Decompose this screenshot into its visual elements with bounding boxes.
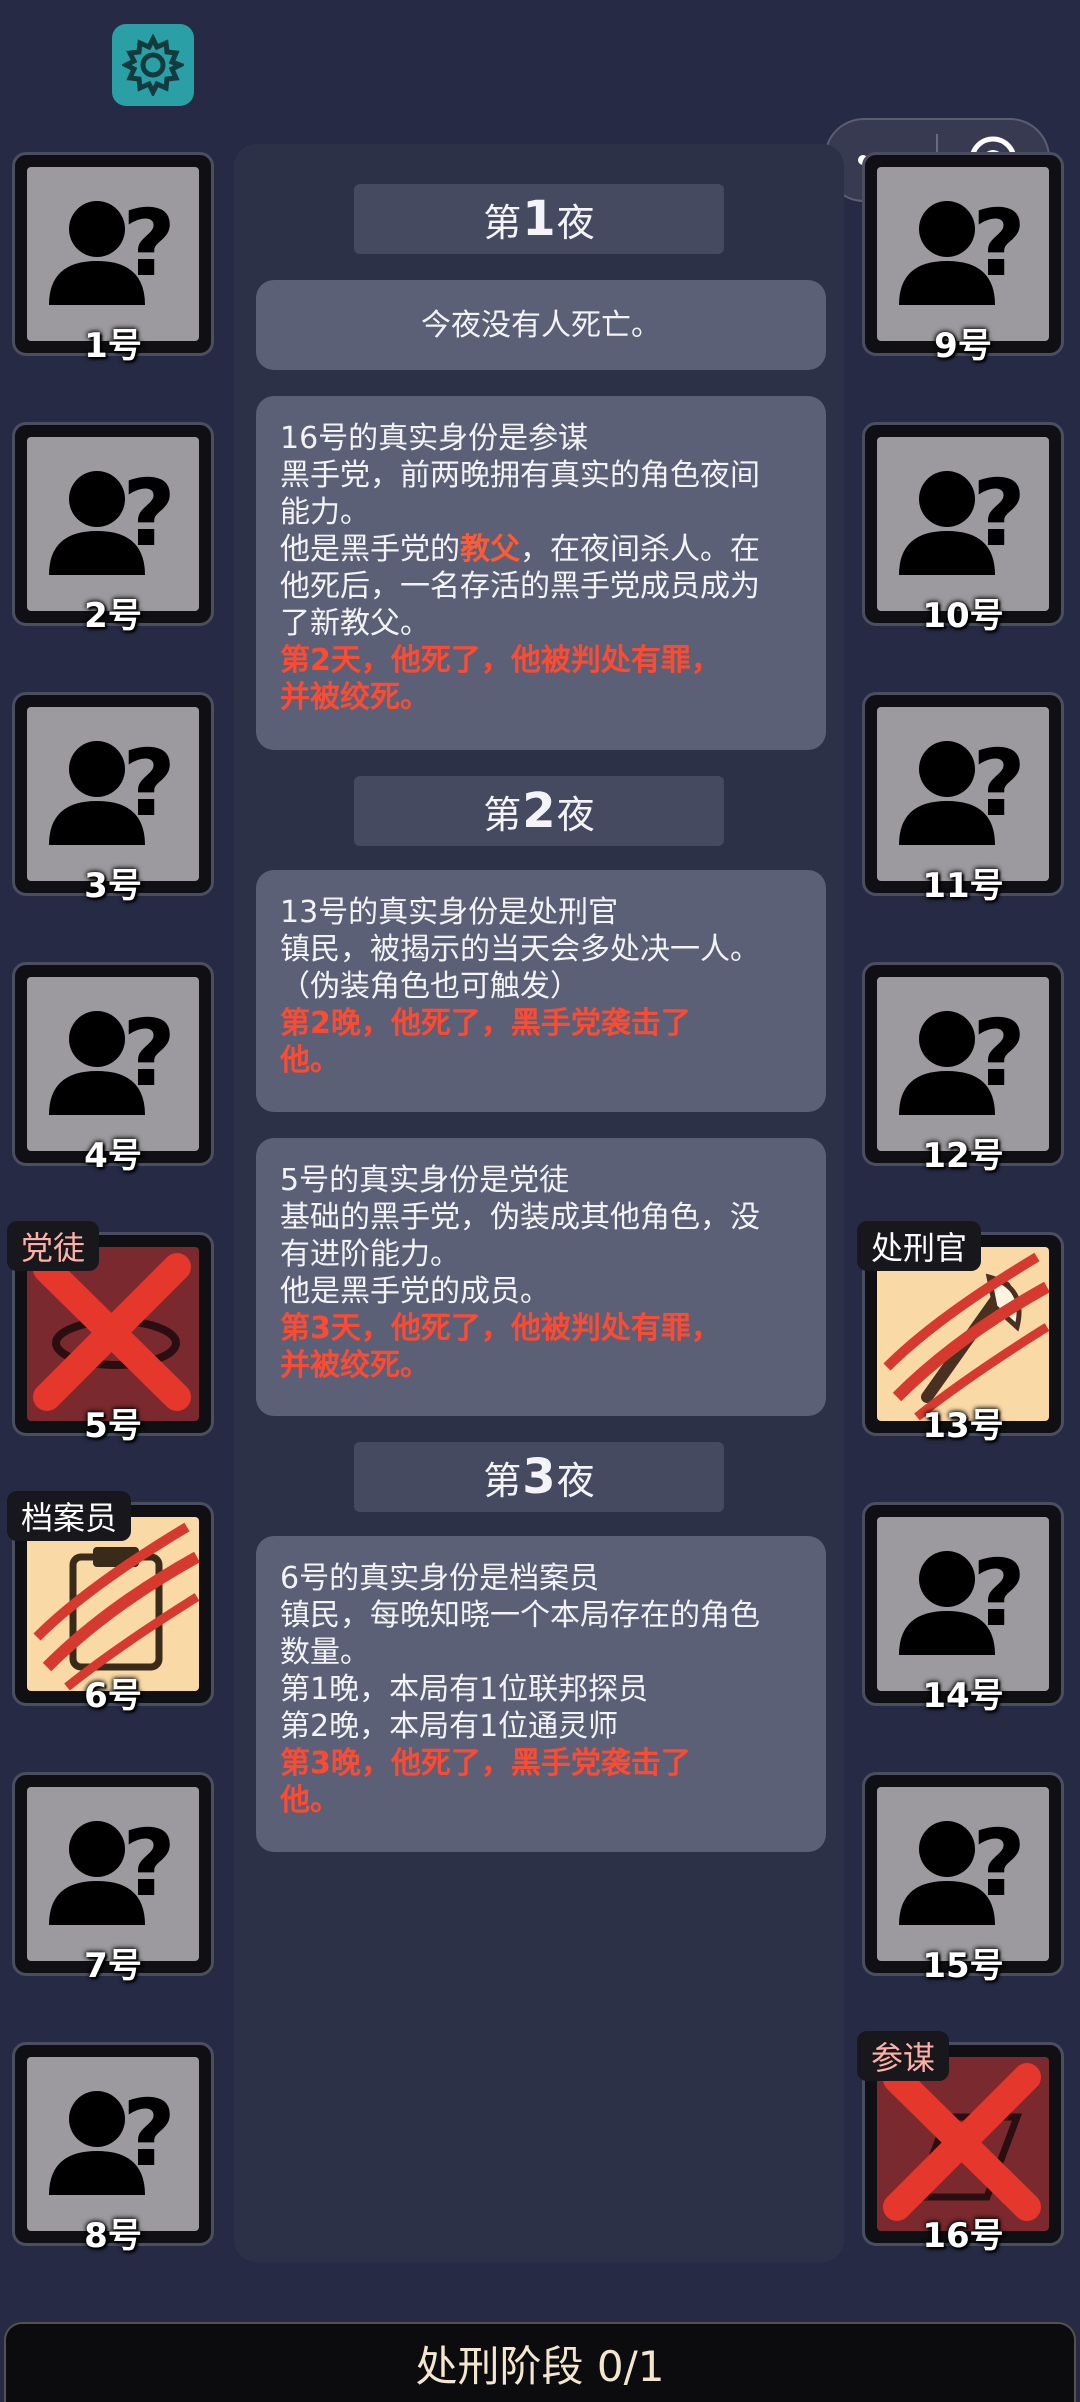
phase-text: 处刑阶段 0/1 [415,2341,665,2391]
player-number: 15号 [922,1946,1004,1986]
player-number: 7号 [84,1946,142,1986]
unknown-player-icon [899,1540,1026,1655]
player-tile-11[interactable]: 11号 [862,692,1064,906]
player-number: 10号 [922,596,1004,636]
unknown-player-icon [49,2080,176,2195]
player-tile-9[interactable]: 9号 [862,152,1064,366]
player-number: 5号 [84,1406,142,1446]
player-number: 4号 [84,1136,142,1176]
gear-icon [122,34,184,96]
player-number: 11号 [922,866,1004,906]
player-tile-2[interactable]: 2号 [12,422,214,636]
player-tile-3[interactable]: 3号 [12,692,214,906]
unknown-player-icon [899,1810,1026,1925]
player-number: 16号 [922,2216,1004,2256]
claw-scratch-icon [27,1517,199,1691]
night-2-header: 第2夜 [354,776,724,846]
reveal-card-16: 16号的真实身份是参谋 黑手党，前两晚拥有真实的角色夜间 能力。 他是黑手党的教… [256,396,826,750]
player-tile-16[interactable]: 参谋 16号 [857,2031,1064,2256]
player-tile-13[interactable]: 处刑官 13号 [857,1221,1064,1446]
player-number: 2号 [84,596,142,636]
role-badge: 档案员 [7,1491,132,1541]
night-1-header: 第1夜 [354,184,724,254]
settings-button[interactable] [112,24,194,106]
player-number: 14号 [922,1676,1004,1716]
player-number: 3号 [84,866,142,906]
player-number: 9号 [934,326,992,366]
player-number: 1号 [84,326,142,366]
eliminated-x-icon [877,2057,1049,2231]
unknown-player-icon [49,190,176,305]
unknown-player-icon [899,1000,1026,1115]
unknown-player-icon [899,190,1026,305]
player-tile-14[interactable]: 14号 [862,1502,1064,1716]
unknown-player-icon [899,730,1026,845]
player-number: 13号 [922,1406,1004,1446]
reveal-card-6: 6号的真实身份是档案员 镇民，每晚知晓一个本局存在的角色 数量。 第1晚，本局有… [256,1536,826,1852]
reveal-card-5: 5号的真实身份是党徒 基础的黑手党，伪装成其他角色，没 有进阶能力。 他是黑手党… [256,1138,826,1416]
player-number: 6号 [84,1676,142,1716]
role-badge: 处刑官 [857,1221,982,1271]
claw-scratch-icon [877,1247,1049,1421]
phase-status-bar: 处刑阶段 0/1 [4,2322,1076,2402]
player-number: 8号 [84,2216,142,2256]
player-tile-15[interactable]: 15号 [862,1772,1064,1986]
role-badge: 党徒 [7,1221,100,1271]
player-tile-8[interactable]: 8号 [12,2042,214,2256]
role-badge: 参谋 [857,2031,950,2081]
unknown-player-icon [49,1000,176,1115]
no-death-card: 今夜没有人死亡。 [256,280,826,370]
player-tile-12[interactable]: 12号 [862,962,1064,1176]
player-tile-5[interactable]: 党徒 5号 [7,1221,214,1446]
eliminated-x-icon [27,1247,199,1421]
night-3-header: 第3夜 [354,1442,724,1512]
player-number: 12号 [922,1136,1004,1176]
reveal-card-13: 13号的真实身份是处刑官 镇民，被揭示的当天会多处决一人。 （伪装角色也可触发）… [256,870,826,1112]
player-tile-4[interactable]: 4号 [12,962,214,1176]
player-tile-7[interactable]: 7号 [12,1772,214,1986]
unknown-player-icon [49,460,176,575]
player-tile-6[interactable]: 档案员 6号 [7,1491,214,1716]
unknown-player-icon [899,460,1026,575]
unknown-player-icon [49,730,176,845]
player-tile-10[interactable]: 10号 [862,422,1064,636]
unknown-player-icon [49,1810,176,1925]
player-tile-1[interactable]: 1号 [12,152,214,366]
